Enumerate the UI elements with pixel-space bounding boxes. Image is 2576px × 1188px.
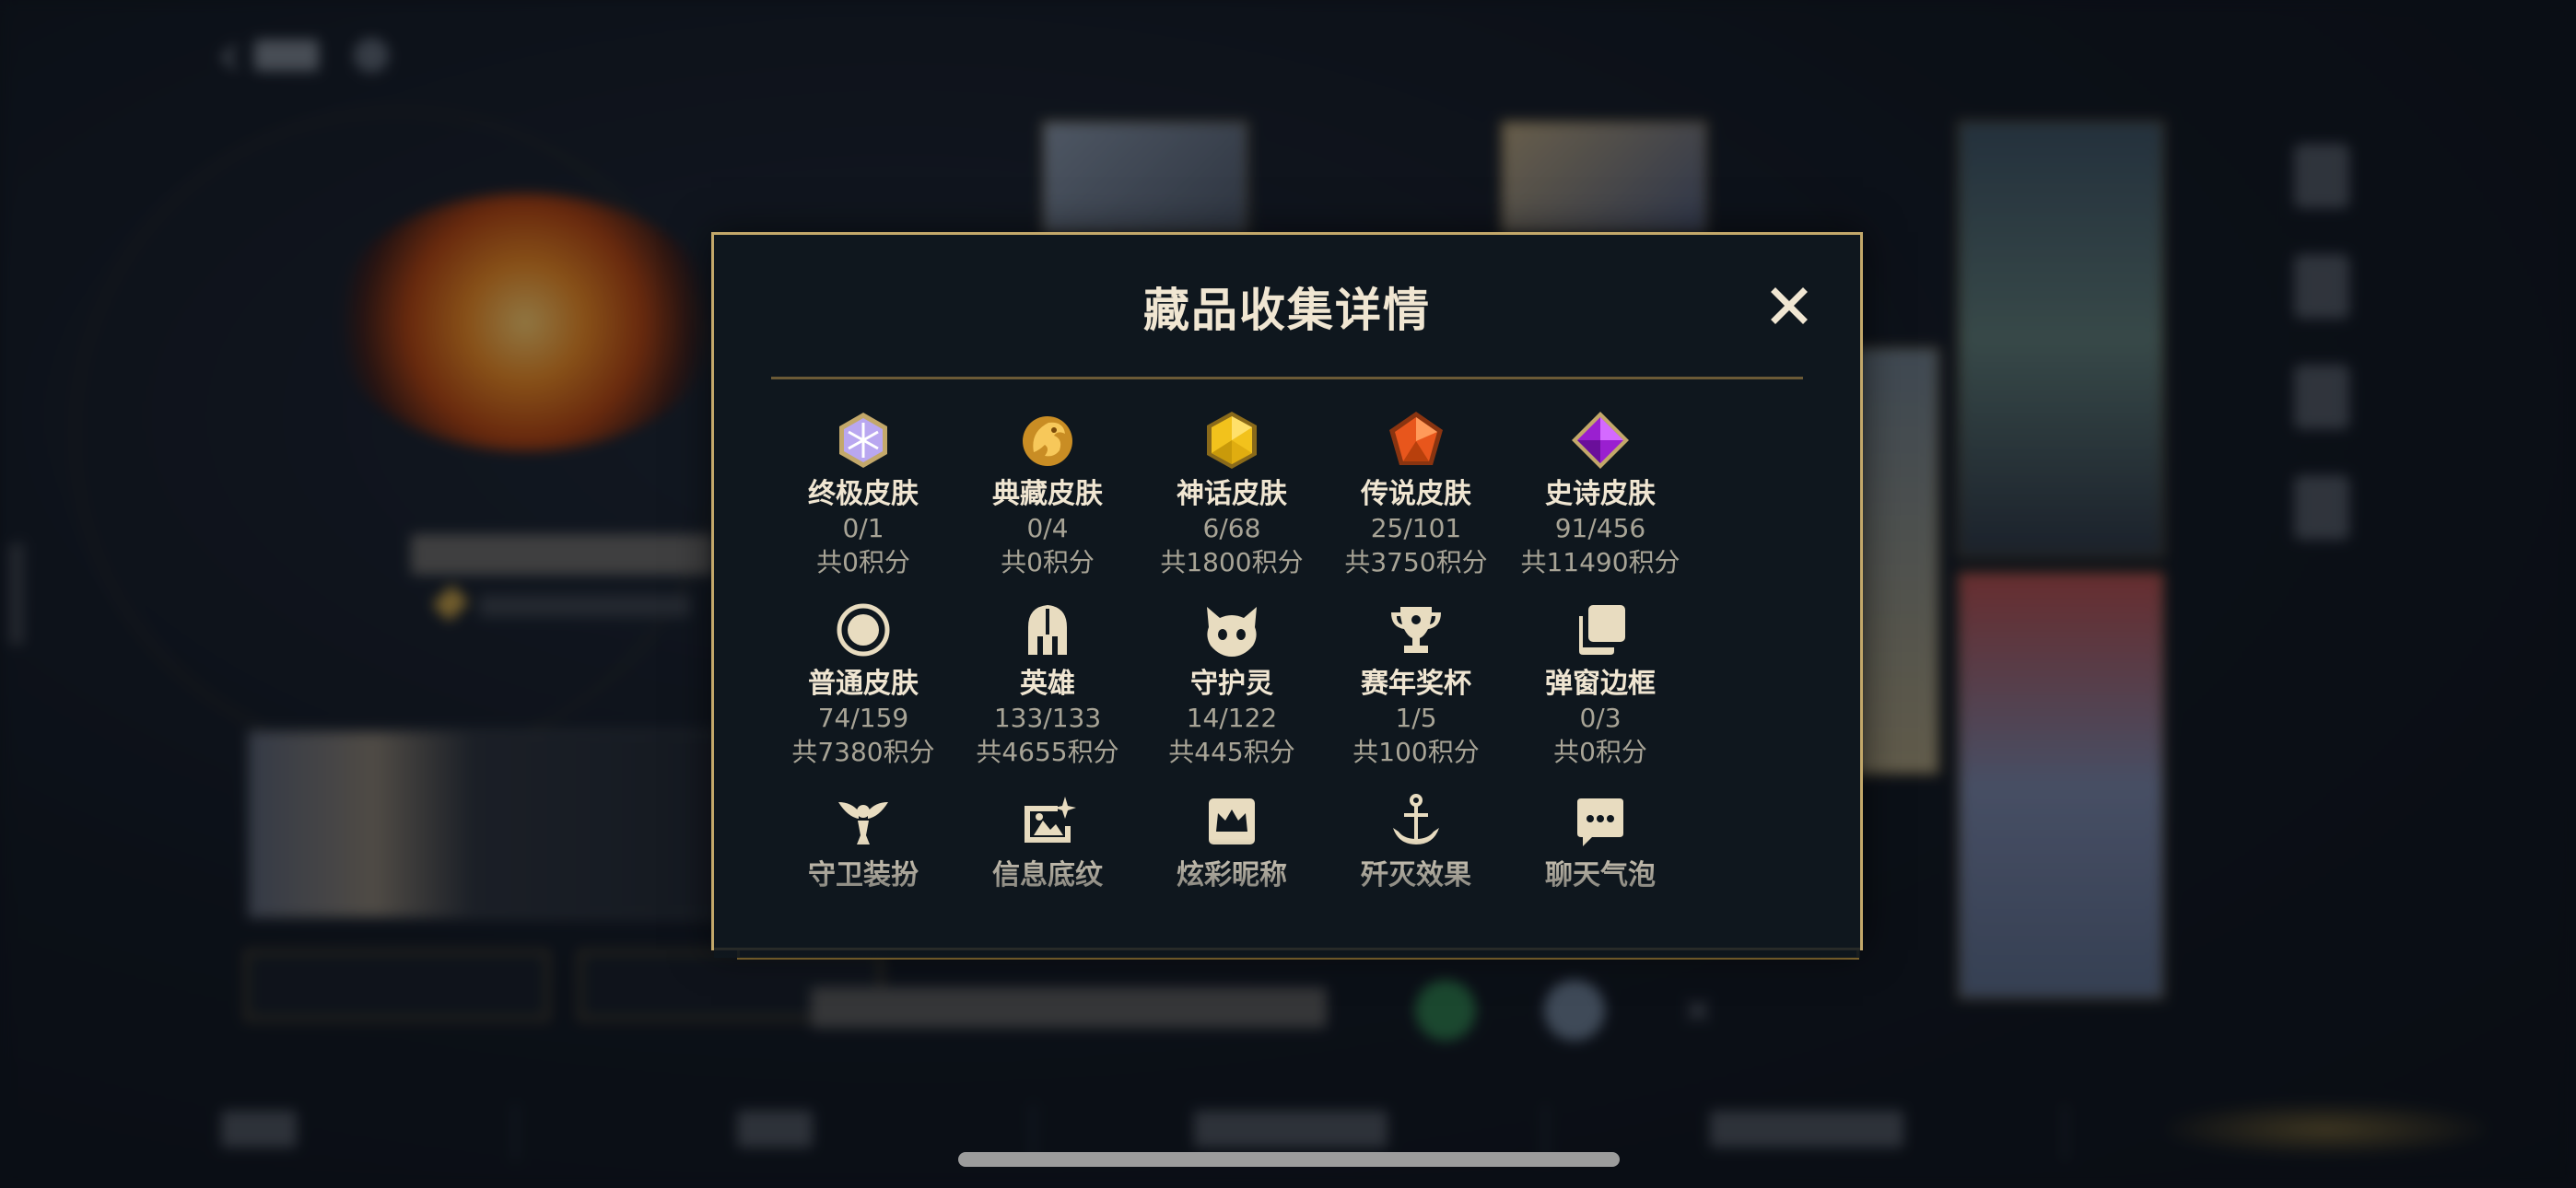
collection-item-ultimate[interactable]: 终极皮肤 0/1 共0积分: [771, 410, 955, 579]
little-legend-icon: [1207, 607, 1257, 657]
item-count: 6/68: [1202, 513, 1261, 543]
collection-item-frame[interactable]: 弹窗边框 0/3 共0积分: [1508, 600, 1692, 769]
item-points: 共3750积分: [1344, 547, 1488, 577]
frame-stack-icon: [1579, 605, 1625, 655]
crown-nameplate-icon: [1209, 798, 1255, 844]
collection-item-legendary[interactable]: 传说皮肤 25/101 共3750积分: [1324, 410, 1508, 579]
item-points: 共445积分: [1168, 737, 1295, 767]
item-name: 英雄: [1020, 668, 1075, 700]
collection-item-banner[interactable]: 信息底纹: [955, 791, 1140, 892]
item-points: 共4655积分: [976, 737, 1119, 767]
item-points: 共7380积分: [791, 737, 935, 767]
item-points: 共1800积分: [1160, 547, 1304, 577]
ward-skin-icon: [838, 802, 888, 844]
collection-item-champion[interactable]: 英雄 133/133 共4655积分: [955, 600, 1140, 769]
item-name: 终极皮肤: [808, 478, 919, 510]
home-indicator[interactable]: [958, 1152, 1620, 1167]
champion-helmet-icon: [1028, 605, 1067, 655]
item-name: 传说皮肤: [1361, 478, 1471, 510]
collection-item-nameplate[interactable]: 炫彩昵称: [1140, 791, 1324, 892]
item-name: 聊天气泡: [1545, 859, 1656, 891]
item-count: 133/133: [993, 703, 1102, 733]
collection-item-prestige[interactable]: 典藏皮肤 0/4 共0积分: [955, 410, 1140, 579]
item-name: 神话皮肤: [1177, 478, 1287, 510]
item-count: 91/456: [1554, 513, 1646, 543]
item-count: 0/4: [1026, 513, 1069, 543]
item-points: 共0积分: [1553, 737, 1647, 767]
prestige-dragon-icon: [1023, 416, 1072, 466]
collection-item-chat-bubble[interactable]: 聊天气泡: [1508, 791, 1692, 892]
item-name: 守卫装扮: [808, 859, 919, 891]
item-count: 1/5: [1395, 703, 1437, 733]
collection-item-ward[interactable]: 守卫装扮: [771, 791, 955, 892]
modal-bottom-ledge: [737, 950, 1859, 960]
collection-item-epic[interactable]: 史诗皮肤 91/456 共11490积分: [1508, 410, 1692, 579]
item-name: 普通皮肤: [808, 668, 919, 700]
legendary-gem-icon: [1389, 412, 1443, 465]
item-count: 0/1: [842, 513, 884, 543]
item-points: 共0积分: [816, 547, 910, 577]
collection-item-common[interactable]: 普通皮肤 74/159 共7380积分: [771, 600, 955, 769]
collection-item-mythic[interactable]: 神话皮肤 6/68 共1800积分: [1140, 410, 1324, 579]
item-name: 歼灭效果: [1361, 859, 1471, 891]
item-points: 共0积分: [1001, 547, 1095, 577]
item-count: 0/3: [1579, 703, 1622, 733]
item-name: 炫彩昵称: [1177, 859, 1287, 891]
collection-details-dialog: 藏品收集详情 终极皮肤 0/1 共0积分 典藏皮肤 0/4 共0积分 神话皮肤 …: [711, 232, 1863, 958]
anchor-effect-icon: [1393, 794, 1439, 844]
item-points: 共11490积分: [1520, 547, 1680, 577]
collection-item-ace[interactable]: 歼灭效果: [1324, 791, 1508, 892]
trophy-icon: [1391, 607, 1441, 653]
item-count: 14/122: [1186, 703, 1278, 733]
item-name: 赛年奖杯: [1361, 668, 1471, 700]
dialog-title: 藏品收集详情: [1143, 284, 1431, 337]
title-divider: [771, 377, 1803, 379]
item-name: 典藏皮肤: [992, 478, 1103, 510]
banner-image-icon: [1025, 797, 1076, 843]
item-name: 信息底纹: [992, 859, 1103, 891]
item-count: 74/159: [817, 703, 909, 733]
ultimate-gem-icon: [839, 413, 887, 468]
item-count: 25/101: [1370, 513, 1462, 543]
item-points: 共100积分: [1352, 737, 1480, 767]
mythic-gem-icon: [1207, 412, 1257, 469]
close-button[interactable]: [1766, 283, 1812, 329]
chat-bubble-icon: [1577, 798, 1623, 846]
common-circle-icon: [837, 603, 890, 657]
item-name: 史诗皮肤: [1545, 478, 1656, 510]
epic-gem-icon: [1572, 412, 1629, 469]
close-icon: [1771, 287, 1808, 324]
collection-item-trophy[interactable]: 赛年奖杯 1/5 共100积分: [1324, 600, 1508, 769]
item-name: 守护灵: [1190, 668, 1273, 700]
item-name: 弹窗边框: [1545, 668, 1656, 700]
collection-item-little-legend[interactable]: 守护灵 14/122 共445积分: [1140, 600, 1324, 769]
